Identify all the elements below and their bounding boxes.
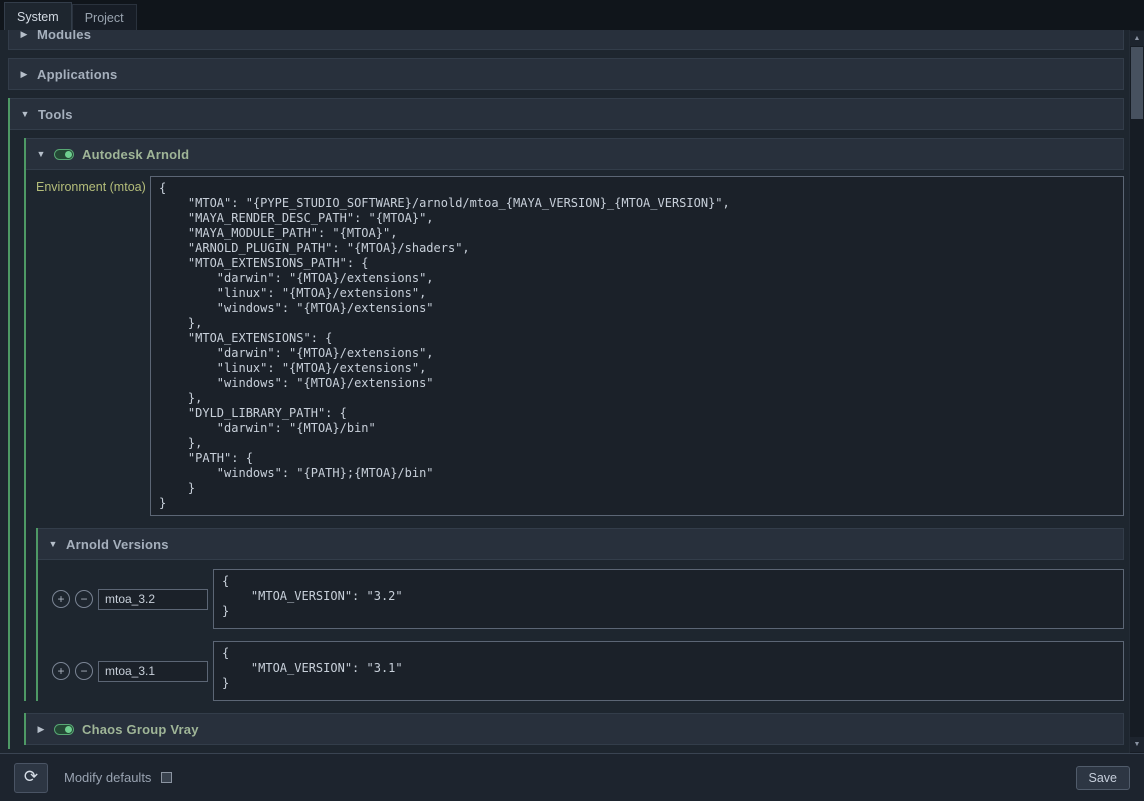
section-tools: ▼ Tools ▼ Autodesk Arnold <box>8 98 1124 749</box>
chevron-right-icon: ▶ <box>36 725 46 734</box>
chevron-down-icon: ▼ <box>36 150 46 159</box>
section-header-modules[interactable]: ▶ Modules <box>8 30 1124 50</box>
main-tabbar: System Project <box>0 0 1144 30</box>
arnold-content: Environment (mtoa) { "MTOA": "{PYPE_STUD… <box>26 170 1124 701</box>
version-row: + − { "MTOA_VERSION": "3.1" } <box>52 641 1124 701</box>
group-chaos-vray: ▶ Chaos Group Vray <box>24 713 1124 745</box>
section-header-applications[interactable]: ▶ Applications <box>8 58 1124 90</box>
version-value-textarea[interactable]: { "MTOA_VERSION": "3.2" } <box>213 569 1124 629</box>
arnold-enabled-toggle[interactable] <box>54 149 74 160</box>
footer-bar: ⟳ Modify defaults Save <box>0 753 1144 801</box>
remove-version-button[interactable]: − <box>75 590 93 608</box>
group-autodesk-arnold: ▼ Autodesk Arnold Environment (mtoa) { "… <box>24 138 1124 701</box>
chevron-down-icon: ▼ <box>20 110 30 119</box>
version-row: + − { "MTOA_VERSION": "3.2" } <box>52 569 1124 629</box>
vray-enabled-toggle[interactable] <box>54 724 74 735</box>
save-button[interactable]: Save <box>1076 766 1131 790</box>
modify-defaults-label: Modify defaults <box>64 770 151 785</box>
version-name-input[interactable] <box>98 589 208 610</box>
tab-project[interactable]: Project <box>72 4 137 30</box>
tools-content: ▼ Autodesk Arnold Environment (mtoa) { "… <box>10 130 1124 749</box>
remove-version-button[interactable]: − <box>75 662 93 680</box>
section-label-arnold-versions: Arnold Versions <box>66 537 169 552</box>
section-modules: ▶ Modules <box>8 30 1124 50</box>
settings-content: ▶ Modules ▶ Applications ▼ Tools <box>0 30 1128 753</box>
tab-system[interactable]: System <box>4 2 72 30</box>
arnold-versions-content: + − { "MTOA_VERSION": "3.2" } + − <box>38 560 1124 701</box>
section-label-tools: Tools <box>38 107 73 122</box>
version-name-input[interactable] <box>98 661 208 682</box>
section-header-tools[interactable]: ▼ Tools <box>10 98 1124 130</box>
section-applications: ▶ Applications <box>8 58 1124 90</box>
scroll-up-button[interactable]: ▲ <box>1130 31 1144 46</box>
refresh-button[interactable]: ⟳ <box>14 763 48 793</box>
settings-window: System Project ▶ Modules ▶ Applications <box>0 0 1144 801</box>
add-version-button[interactable]: + <box>52 590 70 608</box>
refresh-icon: ⟳ <box>24 769 38 786</box>
group-label-autodesk-arnold: Autodesk Arnold <box>82 147 189 162</box>
modify-defaults-checkbox[interactable] <box>161 772 172 783</box>
add-version-button[interactable]: + <box>52 662 70 680</box>
section-label-modules: Modules <box>37 30 91 42</box>
group-header-chaos-vray[interactable]: ▶ Chaos Group Vray <box>26 713 1124 745</box>
section-arnold-versions: ▼ Arnold Versions + − { "MTOA_VERSION": … <box>36 528 1124 701</box>
section-header-arnold-versions[interactable]: ▼ Arnold Versions <box>38 528 1124 560</box>
environment-row: Environment (mtoa) { "MTOA": "{PYPE_STUD… <box>36 176 1124 516</box>
group-header-autodesk-arnold[interactable]: ▼ Autodesk Arnold <box>26 138 1124 170</box>
section-label-applications: Applications <box>37 67 117 82</box>
group-label-chaos-vray: Chaos Group Vray <box>82 722 199 737</box>
chevron-right-icon: ▶ <box>19 70 29 79</box>
vertical-scrollbar[interactable]: ▲ ▼ <box>1129 30 1144 753</box>
settings-scroll-area: ▶ Modules ▶ Applications ▼ Tools <box>0 30 1144 753</box>
scrollbar-thumb[interactable] <box>1131 47 1143 119</box>
environment-mtoa-label: Environment (mtoa) <box>36 176 150 194</box>
chevron-right-icon: ▶ <box>19 30 29 39</box>
version-value-textarea[interactable]: { "MTOA_VERSION": "3.1" } <box>213 641 1124 701</box>
chevron-down-icon: ▼ <box>48 540 58 549</box>
environment-mtoa-textarea[interactable]: { "MTOA": "{PYPE_STUDIO_SOFTWARE}/arnold… <box>150 176 1124 516</box>
scroll-down-button[interactable]: ▼ <box>1130 737 1144 752</box>
